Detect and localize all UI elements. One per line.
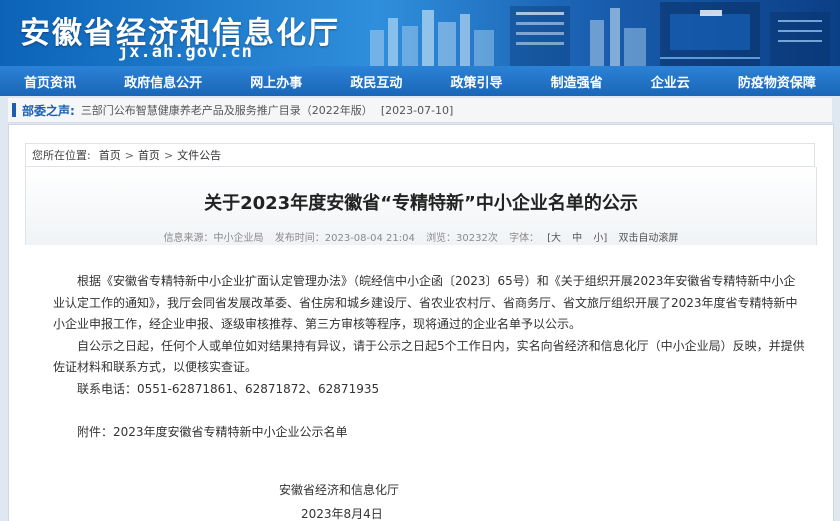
article-header: 关于2023年度安徽省“专精特新”中小企业名单的公示 信息来源：中小企业局 发布… — [25, 167, 817, 245]
ticker-headline-link[interactable]: 三部门公布智慧健康养老产品及服务推广目录（2022年版） — [81, 102, 373, 118]
font-size-medium-button[interactable]: 中 — [572, 233, 582, 244]
ticker-marker-icon — [12, 103, 16, 117]
article-meta: 信息来源：中小企业局 发布时间：2023-08-04 21:04 浏览：3023… — [26, 229, 816, 244]
article-paragraph: 自公示之日起，任何个人或单位如对结果持有异议，请于公示之日起5个工作日内，实名向… — [53, 338, 805, 375]
main-nav: 首页资讯 政府信息公开 网上办事 政民互动 政策引导 制造强省 企业云 防疫物资… — [0, 66, 840, 96]
article-paragraph: 根据《安徽省专精特新中小企业扩面认定管理办法》（皖经信中小企函〔2023〕65号… — [53, 274, 798, 331]
nav-item-interaction[interactable]: 政民互动 — [350, 72, 402, 91]
signature-org: 安徽省经济和信息化厅 — [279, 483, 400, 497]
breadcrumb: 您所在位置: 首页 > 首页 > 文件公告 — [25, 143, 815, 167]
breadcrumb-home-link[interactable]: 首页 — [99, 147, 121, 163]
nav-item-online-service[interactable]: 网上办事 — [250, 72, 302, 91]
nav-item-policy[interactable]: 政策引导 — [451, 72, 503, 91]
nav-item-epidemic-supplies[interactable]: 防疫物资保障 — [738, 72, 816, 91]
nav-item-home[interactable]: 首页资讯 — [24, 72, 76, 91]
breadcrumb-separator: > — [163, 148, 174, 162]
contact-phone: 联系电话：0551-62871861、62871872、62871935 — [77, 381, 380, 396]
site-banner: 安徽省经济和信息化厅 jx.ah.gov.cn — [0, 0, 840, 66]
autoscroll-toggle[interactable]: 双击自动滚屏 — [618, 233, 678, 244]
meta-views: 浏览：30232次 — [426, 233, 498, 244]
meta-published: 发布时间：2023-08-04 21:04 — [274, 233, 415, 244]
city-skyline-image — [370, 2, 830, 66]
breadcrumb-home-link-2[interactable]: 首页 — [138, 147, 160, 163]
font-size-large-button[interactable]: [大 — [547, 233, 561, 244]
meta-source: 信息来源：中小企业局 — [163, 233, 264, 244]
attachment-link[interactable]: 附件：2023年度安徽省专精特新中小企业公示名单 — [53, 422, 805, 444]
breadcrumb-prefix: 您所在位置: — [32, 149, 91, 162]
breadcrumb-announcements-link[interactable]: 文件公告 — [177, 147, 221, 163]
breadcrumb-separator: > — [124, 148, 134, 162]
article-body: 根据《安徽省专精特新中小企业扩面认定管理办法》（皖经信中小企函〔2023〕65号… — [53, 271, 805, 443]
font-size-small-button[interactable]: 小] — [593, 233, 607, 244]
ticker-date: [2023-07-10] — [380, 103, 454, 117]
nav-item-enterprise-cloud[interactable]: 企业云 — [651, 72, 690, 91]
nav-item-manufacturing[interactable]: 制造强省 — [551, 72, 603, 91]
site-domain: jx.ah.gov.cn — [118, 42, 253, 62]
content-panel: 您所在位置: 首页 > 首页 > 文件公告 关于2023年度安徽省“专精特新”中… — [8, 124, 834, 521]
news-ticker: 部委之声: 三部门公布智慧健康养老产品及服务推广目录（2022年版） [2023… — [8, 98, 832, 123]
meta-font-label: 字体： — [509, 233, 540, 244]
nav-item-gov-info[interactable]: 政府信息公开 — [124, 72, 202, 91]
ticker-label: 部委之声: — [22, 103, 75, 118]
signature-date: 2023年8月4日 — [301, 507, 383, 521]
article-title: 关于2023年度安徽省“专精特新”中小企业名单的公示 — [204, 193, 638, 214]
